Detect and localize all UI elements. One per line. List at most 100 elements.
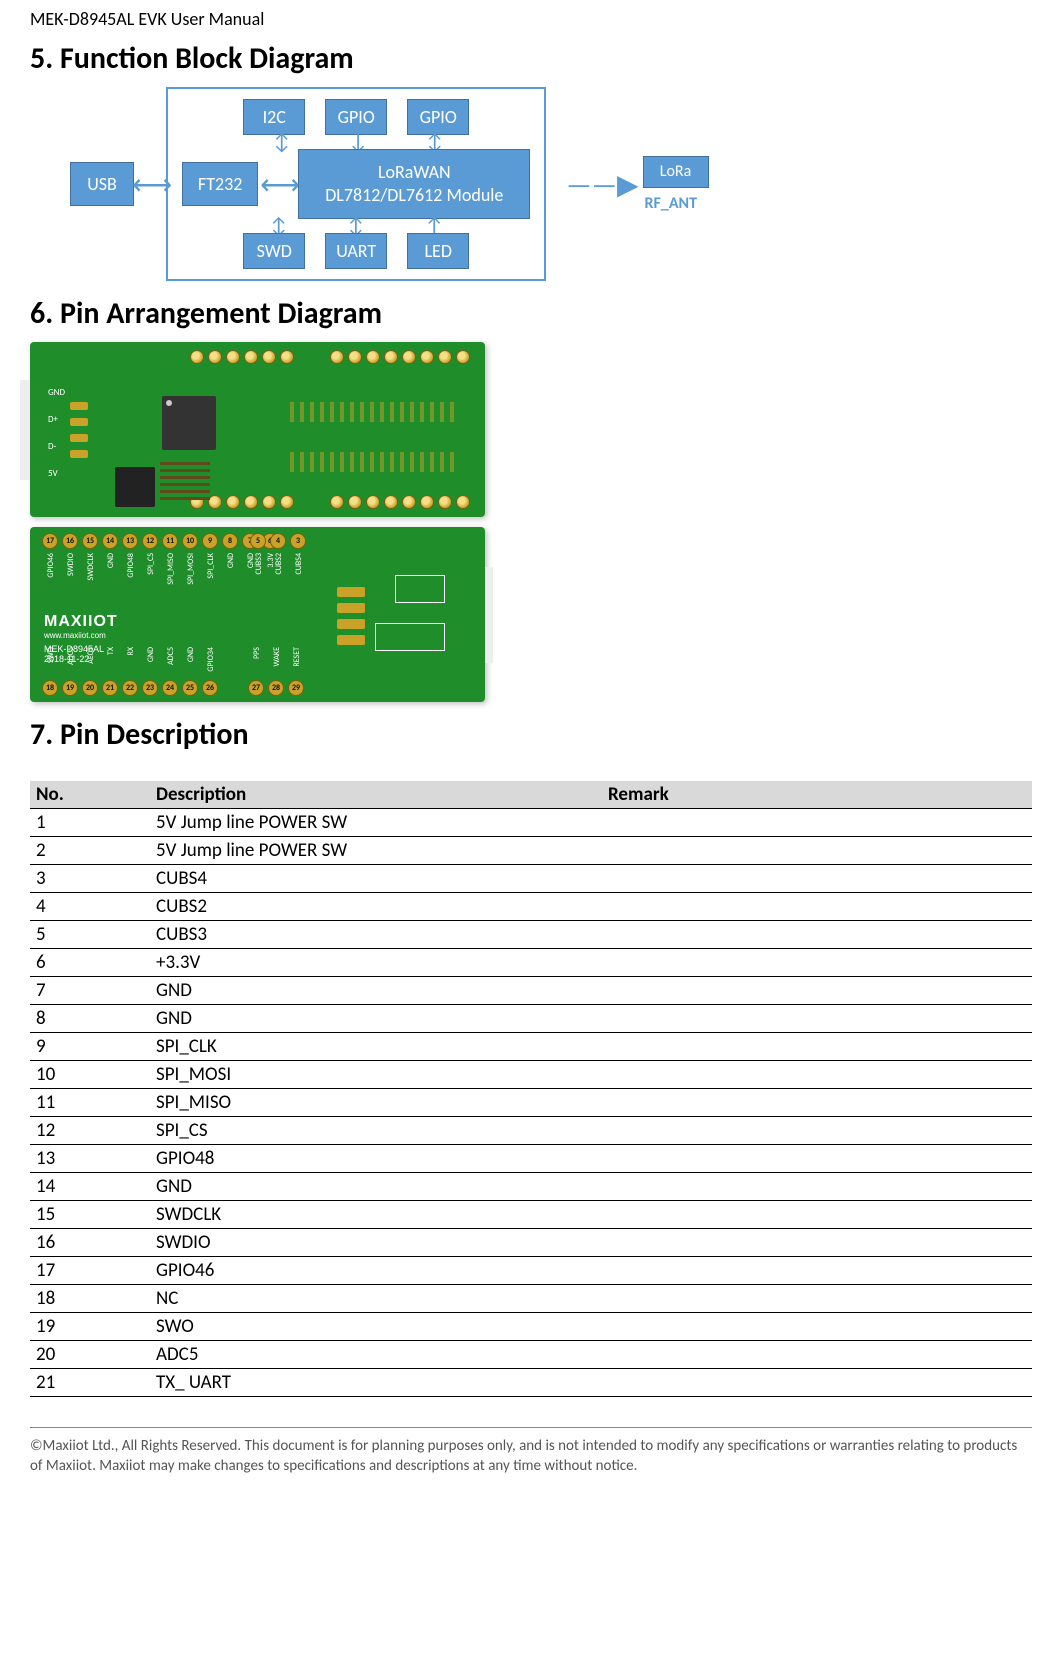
cell-no: 7 xyxy=(30,977,150,1005)
cell-remark xyxy=(602,977,1032,1005)
arrow-icon: ——▶ xyxy=(566,167,638,202)
pcb-pin-num: 8 xyxy=(222,533,238,549)
section-6-heading: 6. Pin Arrangement Diagram xyxy=(30,295,1032,332)
cell-remark xyxy=(602,949,1032,977)
pcb-silk-label: SWDCLK xyxy=(86,553,96,580)
cell-remark xyxy=(602,1285,1032,1313)
arrow-up-icon: ↕ xyxy=(270,219,287,233)
section-7-heading: 7. Pin Description xyxy=(30,716,1032,753)
cell-remark xyxy=(602,893,1032,921)
table-row: 10SPI_MOSI xyxy=(30,1061,1032,1089)
arrow-icon: ⟷ xyxy=(260,167,296,202)
cell-no: 13 xyxy=(30,1145,150,1173)
cell-remark xyxy=(602,1005,1032,1033)
pcb-pin-num: 13 xyxy=(122,533,138,549)
pcb-pin-num: 14 xyxy=(102,533,118,549)
th-remark: Remark xyxy=(602,781,1032,809)
block-center-frame: I2C GPIO GPIO ↕ ↓ ↕ FT232 ⟷ LoRaWAN DL78… xyxy=(166,87,546,281)
pcb-pin-num: 23 xyxy=(142,680,158,696)
table-row: 18NC xyxy=(30,1285,1032,1313)
cell-remark xyxy=(602,1369,1032,1397)
pcb-pin-num: 17 xyxy=(42,533,58,549)
pcb-silk-label: AEC5 xyxy=(86,647,96,664)
pcb-silk-label: WAKE xyxy=(272,647,282,666)
table-row: 4CUBS2 xyxy=(30,893,1032,921)
pcb-silk-label: RESET xyxy=(292,647,302,667)
section-5-heading: 5. Function Block Diagram xyxy=(30,40,1032,77)
block-rf-ant: RF_ANT xyxy=(645,194,697,213)
pcb-pin-num: 18 xyxy=(42,680,58,696)
pcb-silk-label: PPS xyxy=(252,647,262,659)
th-desc: Description xyxy=(150,781,602,809)
pcb-silk-label: RX xyxy=(126,647,136,656)
cell-desc: SPI_CLK xyxy=(150,1033,602,1061)
table-row: 17GPIO46 xyxy=(30,1257,1032,1285)
cell-desc: CUBS2 xyxy=(150,893,602,921)
table-header-row: No. Description Remark xyxy=(30,781,1032,809)
pcb-silk-label: CUBS2 xyxy=(274,553,284,574)
page: MEK-D8945AL EVK User Manual 5. Function … xyxy=(0,0,1062,1507)
cell-no: 5 xyxy=(30,921,150,949)
pcb-silk-label: SPI_MOSI xyxy=(186,553,196,585)
footer-text: ©Maxiiot Ltd., All Rights Reserved. This… xyxy=(30,1427,1032,1477)
table-row: 21TX_ UART xyxy=(30,1369,1032,1397)
block-main-line1: LoRaWAN xyxy=(378,161,451,184)
table-row: 16SWDIO xyxy=(30,1229,1032,1257)
pcb-pin-num: 5 xyxy=(250,533,266,549)
cell-remark xyxy=(602,921,1032,949)
table-row: 19SWO xyxy=(30,1313,1032,1341)
pcb-silk-label: GPIO34 xyxy=(206,647,216,672)
arrow-up-icon: ↑ xyxy=(424,219,444,233)
cell-no: 12 xyxy=(30,1117,150,1145)
pcb-silk-label: GND xyxy=(186,647,196,662)
cell-desc: GND xyxy=(150,1005,602,1033)
cell-no: 11 xyxy=(30,1089,150,1117)
cell-desc: +3.3V xyxy=(150,949,602,977)
pcb-silk-label: GND xyxy=(106,553,116,568)
pcb-pin-num: 11 xyxy=(162,533,178,549)
pcb-pin-num: 25 xyxy=(182,680,198,696)
table-row: 8GND xyxy=(30,1005,1032,1033)
arrow-icon: ⟷ xyxy=(132,167,168,202)
cell-remark xyxy=(602,809,1032,837)
cell-remark xyxy=(602,865,1032,893)
pcb-silk-label: GPIO46 xyxy=(46,553,56,578)
pcb-top-numbers2: 543 xyxy=(250,533,306,549)
cell-remark xyxy=(602,1089,1032,1117)
table-row: 14GND xyxy=(30,1173,1032,1201)
block-ft232: FT232 xyxy=(182,162,258,206)
cell-no: 8 xyxy=(30,1005,150,1033)
arrow-down-icon: ↓ xyxy=(348,135,368,149)
cell-desc: SPI_MISO xyxy=(150,1089,602,1117)
pcb-silk-label: SPI_MISO xyxy=(166,553,176,585)
cell-remark xyxy=(602,1145,1032,1173)
block-led: LED xyxy=(407,233,469,269)
function-block-diagram: USB ⟷ I2C GPIO GPIO ↕ ↓ ↕ FT232 ⟷ Lo xyxy=(70,87,1032,281)
cell-remark xyxy=(602,1201,1032,1229)
block-uart: UART xyxy=(325,233,387,269)
pin-description-table: No. Description Remark 15V Jump line POW… xyxy=(30,781,1032,1397)
pcb-silk-label: SWO xyxy=(46,647,56,663)
table-row: 11SPI_MISO xyxy=(30,1089,1032,1117)
cell-remark xyxy=(602,1061,1032,1089)
cell-remark xyxy=(602,1117,1032,1145)
pcb-silk-label: SPI_CS xyxy=(146,553,156,575)
block-main-line2: DL7812/DL7612 Module xyxy=(325,184,503,207)
cell-remark xyxy=(602,1229,1032,1257)
cell-no: 6 xyxy=(30,949,150,977)
table-row: 12SPI_CS xyxy=(30,1117,1032,1145)
cell-no: 21 xyxy=(30,1369,150,1397)
cell-no: 4 xyxy=(30,893,150,921)
pcb-pin-num: 3 xyxy=(290,533,306,549)
pcb-label-gnd: GND xyxy=(48,387,65,398)
cell-no: 1 xyxy=(30,809,150,837)
pcb-silk-label: GND xyxy=(146,647,156,662)
cell-desc: 5V Jump line POWER SW xyxy=(150,837,602,865)
pcb-pin-num: 29 xyxy=(288,680,304,696)
block-usb: USB xyxy=(70,162,134,206)
cell-desc: GND xyxy=(150,1173,602,1201)
pcb-pin-num: 22 xyxy=(122,680,138,696)
arrow-down-icon: ↕ xyxy=(273,135,290,149)
cell-desc: SPI_MOSI xyxy=(150,1061,602,1089)
pcb-bot-numbers: 181920212223242526 xyxy=(42,680,218,696)
